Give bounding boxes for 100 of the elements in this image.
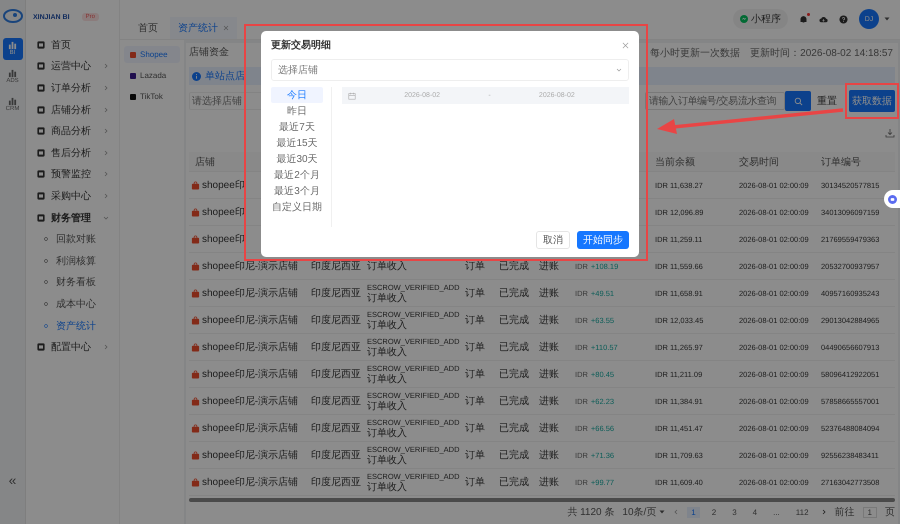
platform-logo-icon [130,72,136,78]
platform-item[interactable]: TikTok [124,88,180,105]
date-shortcut[interactable]: 最近30天 [271,151,323,167]
close-icon[interactable] [223,25,229,31]
nav-item[interactable]: 财务管理 [26,206,119,228]
cancel-button[interactable]: 取消 [536,231,570,249]
content-tab[interactable]: 店铺资金 [189,42,229,64]
bell-icon[interactable] [799,14,808,24]
table-cell-text: shopee印尼-演示店铺 [202,340,298,354]
nav-label: 售后分析 [51,146,92,160]
nav-item[interactable]: 预警监控 [26,164,119,186]
nav-item[interactable]: 售后分析 [26,142,119,164]
chevron-icon [103,106,109,113]
nav-item[interactable]: 采购中心 [26,185,119,207]
page-size-select[interactable]: 10条/页 [622,505,666,519]
info-text: 单站点店 [205,70,245,83]
chevron-icon [616,68,622,72]
nav-subitem[interactable]: 财务看板 [26,272,119,294]
search-button[interactable] [785,91,811,111]
shop-bag-icon [191,180,200,190]
search-icon [794,96,802,106]
column-header: 交易时间 [739,156,779,168]
date-shortcut[interactable]: 最近2个月 [271,167,323,183]
table-cell-text: shopee印尼-演示店铺 [202,314,298,327]
column-header: 当前余额 [655,156,695,168]
platform-logo-icon [130,52,136,58]
table-cell: 订单收入 [367,347,407,358]
date-shortcut[interactable]: 最近3个月 [271,183,323,199]
date-shortcut[interactable]: 自定义日期 [271,199,323,215]
table-cell-text: 进账 [539,340,559,354]
menu-icon [37,40,45,49]
nav-item[interactable]: 商品分析 [26,120,119,142]
table-cell-text: 进账 [539,286,559,300]
platform-item[interactable]: Lazada [124,67,180,84]
nav-item[interactable]: 首页 [26,34,119,56]
collapse-button[interactable]: « [8,472,16,488]
bullet-icon [44,258,48,263]
page-button[interactable]: 1 [687,506,700,518]
date-shortcut[interactable]: 最近15天 [271,135,323,151]
page-button[interactable]: 4 [748,506,762,518]
platform-logo-icon [130,94,136,100]
close-icon[interactable] [622,42,629,48]
page-tab[interactable]: 资产统计 [170,17,237,39]
nav-item[interactable]: 配置中心 [26,336,119,358]
nav-item[interactable]: 店铺分析 [26,98,119,120]
page-button[interactable]: ... [769,506,784,518]
previous-page-icon[interactable] [673,509,680,515]
cloud-download-icon[interactable] [819,14,828,24]
table-cell-text: 印度尼西亚 [311,368,361,381]
mini-program-button[interactable]: 小程序 [733,9,788,29]
table-cell-text: 订单 [465,340,485,354]
table-cell-text: shopee印尼-演示店铺 [202,448,298,462]
shop-bag-icon [191,316,200,324]
menu-icon [37,170,45,178]
scrollbar[interactable] [189,498,895,502]
table-cell-text: 订单 [465,314,485,327]
page-button[interactable]: 3 [728,506,741,518]
nav-label: 预警监控 [51,168,92,182]
date-shortcut[interactable]: 今日 [271,87,323,103]
table-cell-text: 已完成 [499,422,529,435]
nav-label: 采购中心 [51,190,92,203]
table-cell: 订单收入 [367,260,407,272]
table-cell-text: 已完成 [499,394,529,408]
nav-item[interactable]: 订单分析 [26,77,119,99]
table-cell-text: 订单 [465,394,485,408]
table-cell-text: shopee印尼-演示店铺 [202,394,298,408]
table-cell-text: 已完成 [499,476,529,489]
menu-icon [37,343,45,352]
date-shortcut[interactable]: 最近7天 [271,119,323,135]
reset-button[interactable]: 重置 [815,94,839,108]
next-page-icon[interactable] [820,509,827,515]
nav-subitem[interactable]: 资产统计 [26,314,119,336]
update-time: 更新时间：2026-08-02 14:18:57 [750,46,893,60]
start-sync-button[interactable]: 开始同步 [577,231,629,249]
fetch-data-button[interactable]: 获取数据 [849,90,895,112]
nav-subitem[interactable]: 利润核算 [26,250,119,272]
nav-label: 配置中心 [51,340,92,354]
table-cell-text: 进账 [539,476,559,489]
platform-label: TikTok [140,92,163,101]
menu-icon [37,127,45,136]
page-input[interactable]: 1 [862,506,877,518]
caret-icon[interactable] [884,17,890,21]
platform-item[interactable]: Shopee [124,46,180,63]
page-button[interactable]: 2 [708,506,720,518]
menu-icon [37,214,45,222]
shop-bag-icon [191,234,200,244]
nav-subitem[interactable]: 回款对账 [26,228,119,250]
nav-item[interactable]: 运营中心 [26,56,119,78]
table-cell: 订单收入 [367,428,407,439]
platform-label: Shopee [140,50,168,59]
menu-icon [37,192,45,200]
page-button[interactable]: 112 [792,506,813,518]
search-field[interactable]: 请输入订单编号/交易流水查询 [645,92,785,110]
download-icon[interactable] [885,128,895,138]
table-cell-text: 已完成 [499,448,529,462]
page-tab[interactable]: 首页 [130,17,166,39]
help-icon[interactable] [839,14,848,24]
nav-subitem[interactable]: 成本中心 [26,293,119,315]
table-cell-text: 印度尼西亚 [311,422,361,435]
goto-suffix: 页 [885,506,895,519]
